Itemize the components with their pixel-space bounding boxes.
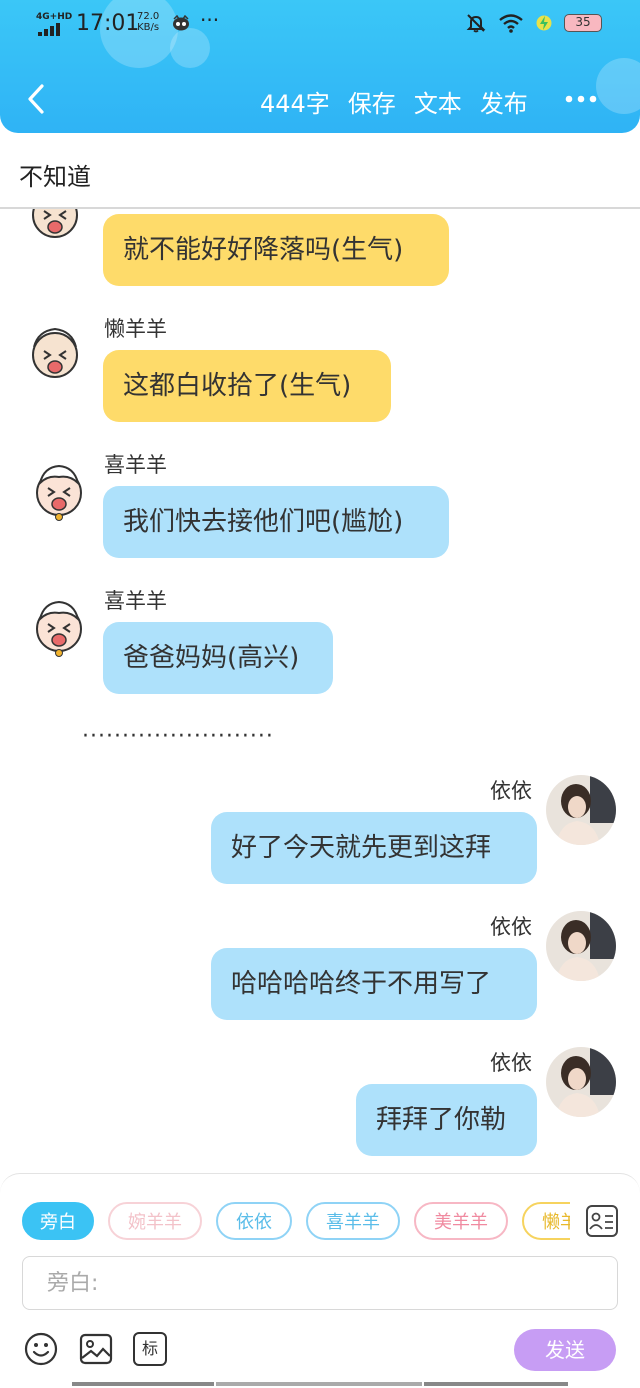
tag-icon[interactable]: 标	[133, 1332, 167, 1366]
home-indicator	[72, 1382, 214, 1386]
clock: 17:01	[76, 11, 140, 36]
role-chip-xiyangyang[interactable]: 喜羊羊	[306, 1202, 400, 1240]
message-bubble[interactable]: 我们快去接他们吧(尴尬)	[103, 486, 449, 558]
ellipsis-horizontal-icon[interactable]	[563, 82, 603, 116]
avatar-lanyangyang[interactable]	[20, 317, 90, 387]
story-title-bar[interactable]: 不知道	[0, 133, 640, 209]
signal-icon	[38, 22, 66, 36]
story-title: 不知道	[19, 163, 91, 191]
sender-name: 依依	[490, 1051, 532, 1075]
message-bubble[interactable]: 拜拜了你勒	[356, 1084, 537, 1156]
role-chip-yiyi[interactable]: 依依	[216, 1202, 292, 1240]
sender-name: 懒羊羊	[104, 317, 167, 341]
home-indicator	[216, 1382, 422, 1386]
network-type: 4G+HD	[36, 12, 73, 22]
sender-name: 喜羊羊	[104, 589, 167, 613]
bell-muted-icon	[466, 14, 486, 33]
message-input[interactable]	[23, 1257, 617, 1309]
message-bubble[interactable]: 这都白收拾了(生气)	[103, 350, 391, 422]
role-chip-narrator[interactable]: 旁白	[22, 1202, 94, 1240]
sender-name: 依依	[490, 915, 532, 939]
wifi-icon	[499, 14, 523, 33]
role-chip-lanyangyang[interactable]: 懒羊	[522, 1202, 570, 1240]
avatar-yiyi[interactable]	[546, 1047, 616, 1117]
battery-indicator: 35	[564, 14, 602, 32]
avatar-yiyi[interactable]	[546, 775, 616, 845]
tag-label: 标	[141, 1339, 158, 1358]
word-count: 444字	[260, 90, 330, 118]
sender-name: 喜羊羊	[104, 453, 167, 477]
charging-icon	[536, 15, 552, 31]
composer-panel: 旁白 婉羊羊 依依 喜羊羊 美羊羊 懒羊 标 发送	[0, 1173, 640, 1388]
smiley-icon[interactable]	[24, 1332, 58, 1366]
image-icon[interactable]	[79, 1332, 113, 1366]
message-bubble[interactable]: 就不能好好降落吗(生气)	[103, 214, 449, 286]
scene-separator: ························	[82, 724, 274, 749]
speed-value: 72.0	[137, 11, 160, 22]
avatar-lanyangyang[interactable]	[20, 209, 90, 247]
avatar-yiyi[interactable]	[546, 911, 616, 981]
home-indicator	[424, 1382, 568, 1386]
chat-list[interactable]: 就不能好好降落吗(生气) 懒羊羊 这都白收拾了(生气) 喜羊羊 我们快去接他们吧…	[0, 209, 640, 1172]
app-notification-icon	[173, 15, 189, 31]
toolbar-actions: 444字 保存 文本 发布	[260, 84, 528, 119]
save-button[interactable]: 保存	[348, 84, 396, 119]
top-toolbar: 444字 保存 文本 发布	[0, 70, 640, 130]
message-bubble[interactable]: 好了今天就先更到这拜	[211, 812, 537, 884]
network-speed: 72.0 KB/s	[137, 11, 159, 33]
publish-button[interactable]: 发布	[480, 84, 528, 119]
avatar-xiyangyang[interactable]	[24, 591, 94, 661]
message-bubble[interactable]: 哈哈哈哈终于不用写了	[211, 948, 537, 1020]
contact-card-icon[interactable]	[585, 1204, 619, 1238]
role-chip-meiyangyang[interactable]: 美羊羊	[414, 1202, 508, 1240]
status-bar: 4G+HD 17:01 72.0 KB/s ··· 35	[0, 0, 640, 50]
app-header: 4G+HD 17:01 72.0 KB/s ··· 35 444字 保存 文本 …	[0, 0, 640, 133]
role-chip-row[interactable]: 旁白 婉羊羊 依依 喜羊羊 美羊羊 懒羊	[22, 1202, 570, 1244]
message-bubble[interactable]: 爸爸妈妈(高兴)	[103, 622, 333, 694]
status-more: ···	[200, 8, 220, 32]
sender-name: 依依	[490, 779, 532, 803]
send-button[interactable]: 发送	[514, 1329, 616, 1371]
message-input-field[interactable]	[22, 1256, 618, 1310]
chevron-left-icon[interactable]	[22, 82, 50, 116]
text-button[interactable]: 文本	[414, 84, 462, 119]
status-right: 35	[466, 13, 602, 33]
speed-unit: KB/s	[137, 22, 160, 33]
role-chip-wanyangyang[interactable]: 婉羊羊	[108, 1202, 202, 1240]
avatar-xiyangyang[interactable]	[24, 455, 94, 525]
